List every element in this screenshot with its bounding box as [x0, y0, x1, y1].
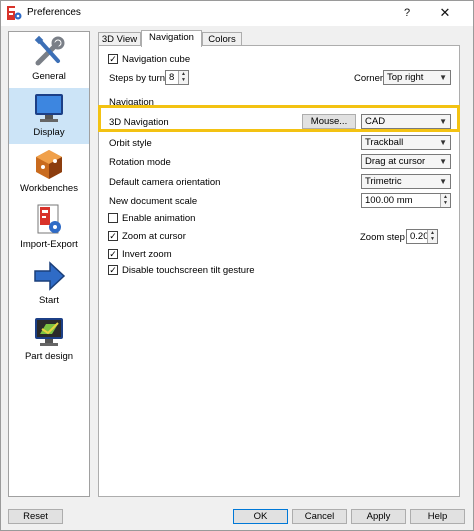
cancel-button[interactable]: Cancel: [292, 509, 347, 524]
rotation-mode-label: Rotation mode: [109, 157, 171, 168]
3d-navigation-select[interactable]: CAD ▼: [361, 114, 451, 129]
chevron-down-icon: ▼: [439, 177, 447, 186]
tab-label: Colors: [208, 34, 236, 45]
steps-by-turn-label: Steps by turn: [109, 73, 165, 84]
enable-animation-checkbox[interactable]: [108, 213, 118, 223]
orbit-style-label: Orbit style: [109, 138, 152, 149]
camera-orientation-value: Trimetric: [365, 176, 402, 187]
tab-navigation[interactable]: Navigation: [141, 30, 202, 47]
sidebar-item-start[interactable]: Start: [9, 256, 89, 312]
document-gear-icon: [37, 204, 61, 234]
invert-zoom-checkbox[interactable]: ✓: [108, 249, 118, 259]
corner-select[interactable]: Top right ▼: [383, 70, 451, 85]
rotation-mode-select[interactable]: Drag at cursor ▼: [361, 154, 451, 169]
chevron-down-icon: ▼: [439, 157, 447, 166]
steps-by-turn-value: 8: [169, 72, 175, 83]
navigation-cube-checkbox[interactable]: ✓: [108, 54, 118, 64]
wrench-screwdriver-icon: [34, 35, 65, 66]
reset-button[interactable]: Reset: [8, 509, 63, 524]
chevron-down-icon: ▼: [439, 138, 447, 147]
sidebar-item-label: Import-Export: [20, 239, 78, 250]
ok-button[interactable]: OK: [233, 509, 288, 524]
help-label: Help: [427, 511, 448, 522]
document-scale-spinbox[interactable]: 100.00 mm ▲ ▼: [361, 193, 451, 208]
help-title-button[interactable]: ?: [397, 5, 417, 21]
sidebar-item-label: Start: [38, 295, 60, 306]
monitor-icon: [35, 94, 63, 122]
invert-zoom-label: Invert zoom: [122, 249, 172, 260]
3d-navigation-value: CAD: [365, 116, 386, 127]
enable-animation-label: Enable animation: [122, 213, 196, 224]
help-button[interactable]: Help: [410, 509, 465, 524]
sidebar-item-label: Workbenches: [20, 183, 78, 194]
navigation-cube-label: Navigation cube: [122, 54, 191, 65]
zoom-at-cursor-checkbox[interactable]: ✓: [108, 231, 118, 241]
spin-buttons[interactable]: ▲ ▼: [427, 230, 437, 243]
preference-pages-list: General Display Workbenches Import-Expor…: [8, 31, 90, 497]
tab-label: Navigation: [149, 32, 194, 43]
preferences-window: Preferences ? ✕ General Display Workbenc…: [0, 0, 474, 531]
corner-label: Corner: [354, 73, 384, 84]
spin-buttons[interactable]: ▲ ▼: [178, 71, 188, 84]
orbit-style-value: Trackball: [365, 137, 404, 148]
cube-icon: [36, 150, 62, 179]
sidebar-item-general[interactable]: General: [9, 32, 89, 88]
chevron-down-icon: ▼: [439, 117, 447, 126]
close-window-button[interactable]: ✕: [435, 5, 455, 21]
sidebar-item-display[interactable]: Display: [9, 88, 89, 144]
mouse-settings-button[interactable]: Mouse...: [302, 114, 356, 129]
document-scale-value: 100.00 mm: [365, 195, 413, 206]
orbit-style-select[interactable]: Trackball ▼: [361, 135, 451, 150]
spin-buttons[interactable]: ▲ ▼: [440, 194, 450, 207]
document-scale-label: New document scale: [109, 196, 198, 207]
sidebar-item-workbenches[interactable]: Workbenches: [9, 144, 89, 200]
spin-down-icon[interactable]: ▼: [428, 236, 437, 242]
tab-colors[interactable]: Colors: [202, 32, 242, 46]
camera-orientation-select[interactable]: Trimetric ▼: [361, 174, 451, 189]
apply-label: Apply: [366, 511, 391, 522]
spin-down-icon[interactable]: ▼: [441, 200, 450, 206]
navigation-group-label: Navigation: [109, 97, 154, 108]
tab-label: 3D View: [101, 34, 138, 45]
3d-navigation-label: 3D Navigation: [109, 117, 169, 128]
disable-tilt-label: Disable touchscreen tilt gesture: [122, 265, 255, 276]
disable-tilt-checkbox[interactable]: ✓: [108, 265, 118, 275]
sidebar-item-part-design[interactable]: Part design: [9, 312, 89, 368]
mouse-button-label: Mouse...: [310, 116, 348, 127]
cancel-label: Cancel: [304, 511, 335, 522]
corner-value: Top right: [387, 72, 424, 83]
tab-3d-view[interactable]: 3D View: [98, 32, 141, 46]
sidebar-item-label: Display: [33, 127, 65, 138]
chevron-down-icon: ▼: [439, 73, 447, 82]
sidebar-item-label: General: [32, 71, 66, 82]
part-design-icon: [35, 318, 63, 346]
ok-label: OK: [253, 511, 268, 522]
apply-button[interactable]: Apply: [351, 509, 406, 524]
zoom-step-label: Zoom step: [360, 232, 405, 243]
sidebar-item-import-export[interactable]: Import-Export: [9, 200, 89, 256]
zoom-step-spinbox[interactable]: 0.20 ▲ ▼: [406, 229, 438, 244]
rotation-mode-value: Drag at cursor: [365, 156, 426, 167]
freecad-app-icon: [7, 6, 22, 20]
title-bar: Preferences ? ✕: [1, 1, 473, 26]
arrow-right-icon: [34, 261, 66, 291]
reset-label: Reset: [23, 511, 48, 522]
spin-down-icon[interactable]: ▼: [179, 77, 188, 83]
camera-orientation-label: Default camera orientation: [109, 177, 221, 188]
steps-by-turn-spinbox[interactable]: 8 ▲ ▼: [165, 70, 189, 85]
sidebar-item-label: Part design: [24, 351, 74, 362]
navigation-tab-panel: ✓ Navigation cube Steps by turn 8 ▲ ▼ Co…: [98, 45, 460, 497]
window-title: Preferences: [27, 7, 81, 18]
zoom-step-value: 0.20: [410, 231, 429, 242]
zoom-at-cursor-label: Zoom at cursor: [122, 231, 186, 242]
